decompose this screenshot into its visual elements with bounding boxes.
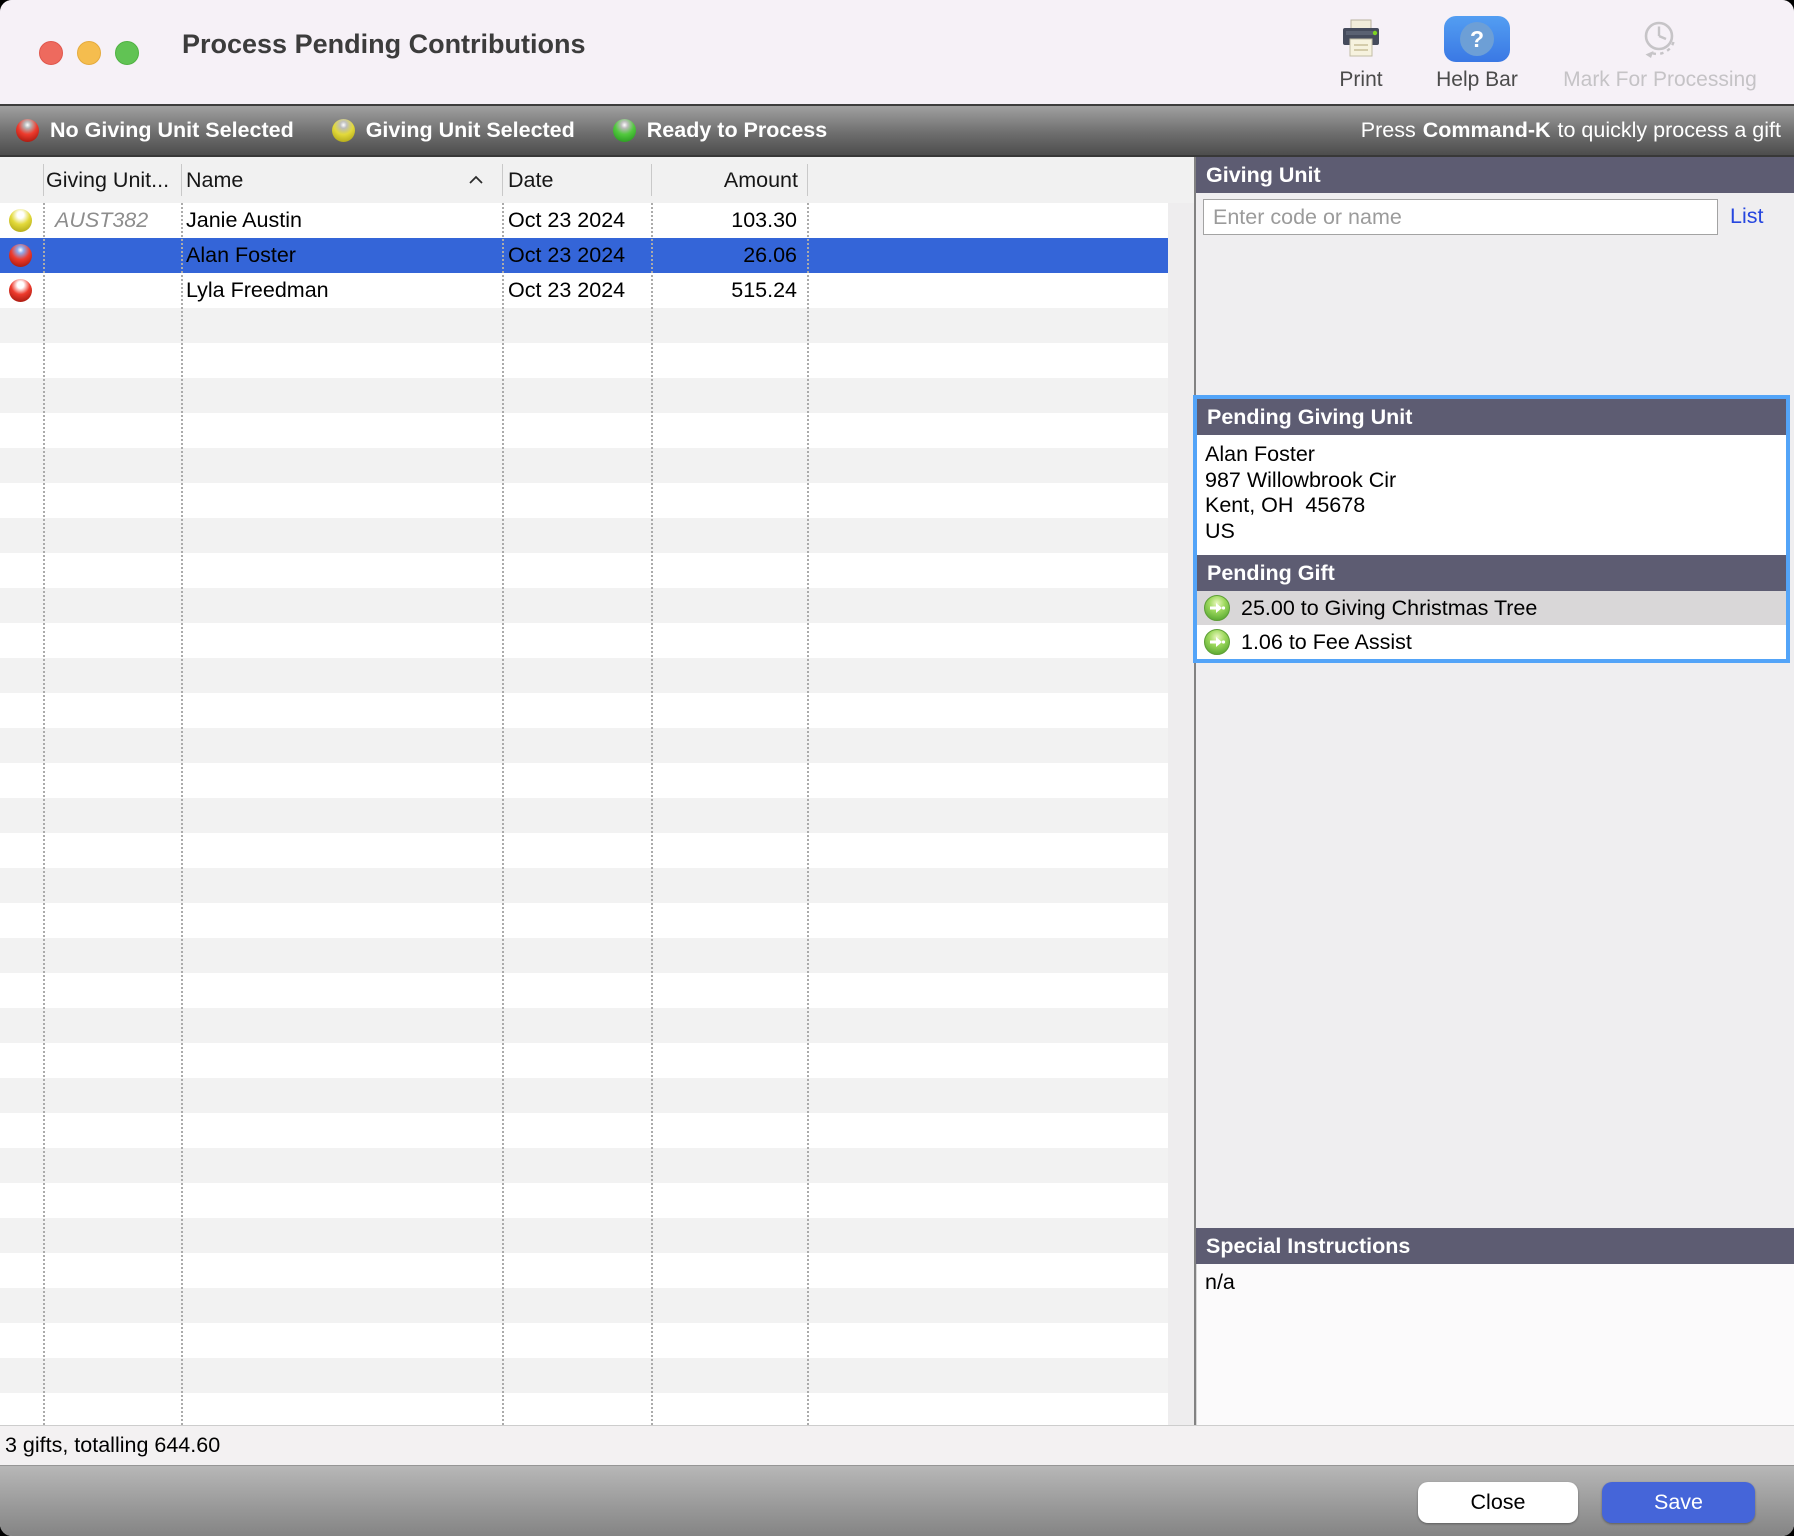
detail-panel: Giving Unit List Pending Giving Unit Ala… <box>1196 157 1794 1425</box>
red-status-icon <box>16 119 39 142</box>
print-label: Print <box>1311 68 1411 92</box>
bottom-bar: Close Save <box>0 1466 1794 1536</box>
yellow-status-icon <box>332 119 355 142</box>
cell-name: Lyla Freedman <box>186 273 329 308</box>
gifts-total-summary: 3 gifts, totalling 644.60 <box>5 1433 220 1458</box>
column-header-amount[interactable]: Amount <box>651 157 803 203</box>
column-header-name[interactable]: Name <box>186 157 243 203</box>
page-title: Process Pending Contributions <box>182 29 586 60</box>
legend-label: No Giving Unit Selected <box>50 118 294 143</box>
legend-bar: No Giving Unit Selected Giving Unit Sele… <box>0 104 1794 157</box>
cell-date: Oct 23 2024 <box>508 203 625 238</box>
help-question-icon: ? <box>1417 12 1537 66</box>
cell-date: Oct 23 2024 <box>508 238 625 273</box>
column-header-date[interactable]: Date <box>508 157 553 203</box>
column-gridline <box>807 203 809 1425</box>
summary-bar: 3 gifts, totalling 644.60 <box>0 1425 1794 1466</box>
column-gridline <box>502 203 504 1425</box>
column-separator <box>807 164 808 196</box>
cell-date: Oct 23 2024 <box>508 273 625 308</box>
printer-icon <box>1311 12 1411 66</box>
app-window: Process Pending Contributions Print ? He <box>0 0 1794 1536</box>
column-separator <box>43 164 44 196</box>
column-gridline <box>181 203 183 1425</box>
table-row-alan-foster-selected[interactable]: Alan Foster Oct 23 2024 26.06 <box>0 238 1168 273</box>
pending-giving-unit-address: Alan Foster987 Willowbrook CirKent, OH 4… <box>1197 435 1786 555</box>
column-separator <box>651 164 652 196</box>
legend-label: Ready to Process <box>647 118 827 143</box>
pending-gift-row[interactable]: 1.06 to Fee Assist <box>1197 625 1786 659</box>
close-button[interactable]: Close <box>1418 1482 1578 1523</box>
cell-name: Alan Foster <box>186 238 296 273</box>
gift-description: 1.06 to Fee Assist <box>1241 630 1412 655</box>
list-link[interactable]: List <box>1730 204 1763 229</box>
table-row-lyla-freedman[interactable]: Lyla Freedman Oct 23 2024 515.24 <box>0 273 1168 308</box>
status-dot <box>9 279 32 302</box>
cell-amount: 103.30 <box>651 203 803 238</box>
print-button[interactable]: Print <box>1311 12 1411 92</box>
process-arrow-icon[interactable] <box>1204 595 1230 621</box>
legend-label: Giving Unit Selected <box>366 118 575 143</box>
status-dot <box>9 244 32 267</box>
vertical-scrollbar[interactable] <box>1168 203 1194 1425</box>
window-zoom-icon[interactable] <box>115 41 139 65</box>
legend-item-yellow: Giving Unit Selected <box>332 118 575 143</box>
pending-gift-row[interactable]: 25.00 to Giving Christmas Tree <box>1197 591 1786 625</box>
special-instructions-value: n/a <box>1196 1264 1794 1425</box>
pending-giving-unit-header: Pending Giving Unit <box>1197 399 1786 435</box>
title-bar: Process Pending Contributions Print ? He <box>0 0 1794 104</box>
legend-item-green: Ready to Process <box>613 118 827 143</box>
clock-processing-icon <box>1545 12 1775 66</box>
shortcut-key: Command-K <box>1423 118 1551 143</box>
window-minimize-icon[interactable] <box>77 41 101 65</box>
address-country: US <box>1205 519 1776 545</box>
shortcut-hint: PressCommand-Kto quickly process a gift <box>1361 104 1781 157</box>
contributions-table: AUST382 Janie Austin Oct 23 2024 103.30 … <box>0 203 1168 1425</box>
green-status-icon <box>613 119 636 142</box>
sort-ascending-icon <box>466 157 486 203</box>
cell-amount: 515.24 <box>651 273 803 308</box>
column-separator <box>502 164 503 196</box>
mark-for-processing-button[interactable]: Mark For Processing <box>1545 12 1775 92</box>
giving-unit-search-input[interactable] <box>1203 199 1718 235</box>
column-header-giving-unit[interactable]: Giving Unit... <box>46 157 169 203</box>
table-header: Giving Unit... Name Date Amount <box>0 157 1194 204</box>
legend-items: No Giving Unit Selected Giving Unit Sele… <box>0 118 827 143</box>
special-instructions-header: Special Instructions <box>1196 1228 1794 1264</box>
column-separator <box>181 164 182 196</box>
process-arrow-icon[interactable] <box>1204 629 1230 655</box>
giving-unit-header: Giving Unit <box>1196 157 1794 193</box>
help-bar-button[interactable]: ? Help Bar <box>1417 12 1537 92</box>
help-bar-label: Help Bar <box>1417 68 1537 92</box>
cell-giving-unit-code: AUST382 <box>55 203 148 238</box>
column-gridline <box>651 203 653 1425</box>
address-city-state-zip: Kent, OH 45678 <box>1205 493 1776 519</box>
pending-selection-block: Pending Giving Unit Alan Foster987 Willo… <box>1193 395 1790 663</box>
table-row-janie-austin[interactable]: AUST382 Janie Austin Oct 23 2024 103.30 <box>0 203 1168 238</box>
pending-gift-header: Pending Gift <box>1197 555 1786 591</box>
address-name: Alan Foster <box>1205 442 1776 468</box>
legend-item-red: No Giving Unit Selected <box>16 118 294 143</box>
window-close-icon[interactable] <box>39 41 63 65</box>
status-dot <box>9 209 32 232</box>
address-street: 987 Willowbrook Cir <box>1205 468 1776 494</box>
column-gridline <box>43 203 45 1425</box>
cell-name: Janie Austin <box>186 203 302 238</box>
save-button[interactable]: Save <box>1602 1482 1755 1523</box>
cell-amount: 26.06 <box>651 238 803 273</box>
mark-for-processing-label: Mark For Processing <box>1545 68 1775 92</box>
gift-description: 25.00 to Giving Christmas Tree <box>1241 596 1537 621</box>
